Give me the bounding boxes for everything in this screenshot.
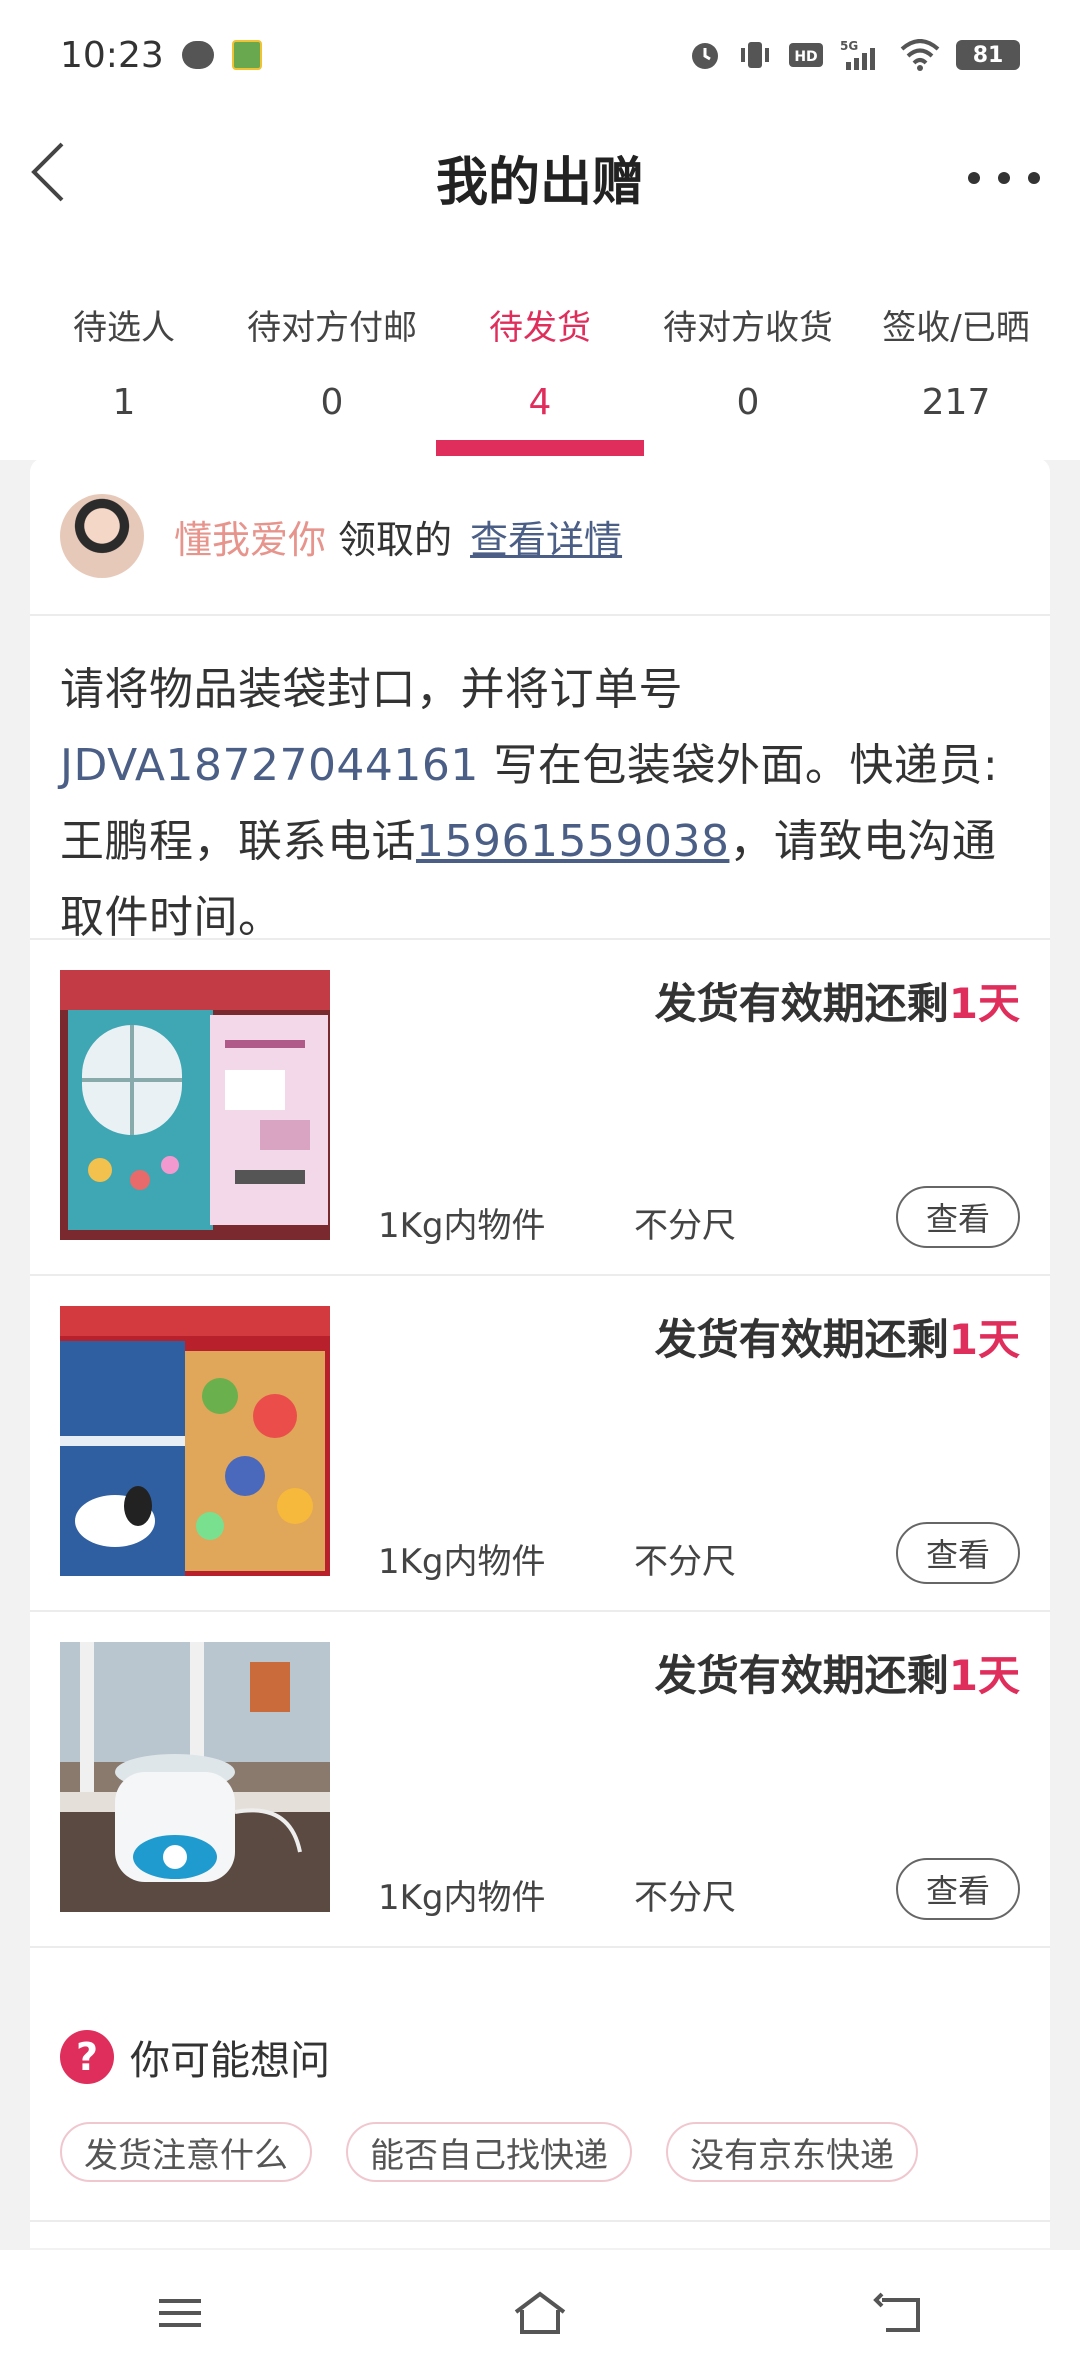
wechat-icon: [181, 41, 214, 69]
deadline-prefix: 发货有效期还剩: [654, 1315, 949, 1364]
ship-deadline: 发货有效期还剩1天: [655, 1306, 1020, 1367]
list-item: 发货有效期还剩1天 1Kg内物件 不分尺 查看: [30, 1276, 1050, 1612]
tab-label: 待对方收货: [663, 308, 833, 348]
tab-label: 签收/已晒: [882, 308, 1030, 348]
tab-pending-postage[interactable]: 待对方付邮 0: [228, 300, 436, 423]
shipping-instruction: 请将物品装袋封口，并将订单号 JDVA18727044161 写在包装袋外面。快…: [30, 616, 1050, 943]
back-nav-button[interactable]: [855, 2278, 945, 2348]
deadline-days: 1天: [948, 1315, 1020, 1364]
app-notification-icon: [231, 40, 262, 70]
requester-username[interactable]: 懂我爱你: [174, 509, 326, 564]
back-arrow-icon: [873, 2292, 920, 2332]
tab-label: 待选人: [73, 308, 175, 348]
requester-row: 懂我爱你 领取的 查看详情: [30, 458, 1050, 616]
avatar[interactable]: [60, 494, 144, 578]
tab-label: 待发货: [489, 308, 591, 348]
page-title: 我的出赠: [435, 153, 644, 213]
faq-title-text: 你可能想问: [130, 2038, 330, 2084]
order-number: JDVA18727044161: [60, 740, 479, 791]
status-time: 10:23: [60, 34, 164, 76]
faq-title: ? 你可能想问: [60, 2028, 330, 2086]
size-label: 不分尺: [634, 1206, 736, 1246]
alarm-icon: [692, 43, 718, 69]
vibrate-icon: [741, 42, 769, 68]
deadline-days: 1天: [948, 979, 1020, 1028]
size-label: 不分尺: [634, 1878, 736, 1918]
item-photo[interactable]: [60, 1306, 330, 1576]
tab-count: 1: [112, 382, 136, 423]
faq-tag[interactable]: 没有京东快递: [666, 2122, 918, 2182]
faq-section: ? 你可能想问 发货注意什么 能否自己找快递 没有京东快递: [30, 1988, 1050, 2218]
menu-icon: [159, 2299, 201, 2327]
courier-phone-link[interactable]: 15961559038: [416, 816, 729, 867]
hd-icon: HD: [789, 43, 823, 67]
wifi-icon: [900, 39, 940, 71]
weight-label: 1Kg内物件: [378, 1878, 546, 1918]
view-details-link[interactable]: 查看详情: [470, 509, 622, 564]
view-button[interactable]: 查看: [896, 1186, 1020, 1248]
status-right: HD 5G 81: [688, 38, 1020, 72]
tab-count: 0: [320, 382, 344, 423]
battery-icon: 81: [956, 40, 1020, 70]
active-tab-indicator: [436, 440, 644, 456]
item-photo[interactable]: [60, 970, 330, 1240]
status-tabs: 待选人 1 待对方付邮 0 待发货 4 待对方收货 0 签收/已晒 217: [0, 280, 1080, 460]
view-button[interactable]: 查看: [896, 1858, 1020, 1920]
weight-label: 1Kg内物件: [378, 1542, 546, 1582]
order-card: 懂我爱你 领取的 查看详情 请将物品装袋封口，并将订单号 JDVA1872704…: [30, 458, 1050, 2248]
faq-tag[interactable]: 发货注意什么: [60, 2122, 312, 2182]
deadline-prefix: 发货有效期还剩: [654, 979, 949, 1028]
weight-label: 1Kg内物件: [378, 1206, 546, 1246]
status-bar: 10:23 HD 5G 81: [0, 0, 1080, 110]
tab-pending-select[interactable]: 待选人 1: [20, 300, 228, 423]
signal-5g-icon: 5G: [840, 39, 875, 70]
ship-deadline: 发货有效期还剩1天: [655, 1642, 1020, 1703]
home-button[interactable]: [495, 2278, 585, 2348]
tab-pending-receive[interactable]: 待对方收货 0: [644, 300, 852, 423]
ship-deadline: 发货有效期还剩1天: [655, 970, 1020, 1031]
requester-suffix: 领取的: [338, 517, 453, 562]
list-item: 发货有效期还剩1天 1Kg内物件 不分尺 查看: [30, 1612, 1050, 1948]
divider: [30, 2220, 1050, 2222]
tab-label: 待对方付邮: [247, 308, 417, 348]
tab-count: 4: [528, 382, 552, 423]
instruction-text: 请将物品装袋封口，并将订单号: [60, 664, 683, 715]
faq-tag[interactable]: 能否自己找快递: [346, 2122, 632, 2182]
menu-button[interactable]: [135, 2278, 225, 2348]
tab-count: 0: [736, 382, 760, 423]
size-label: 不分尺: [634, 1542, 736, 1582]
deadline-prefix: 发货有效期还剩: [654, 1651, 949, 1700]
svg-text:5G: 5G: [840, 39, 858, 53]
view-button[interactable]: 查看: [896, 1522, 1020, 1584]
deadline-days: 1天: [948, 1651, 1020, 1700]
tab-count: 217: [921, 382, 991, 423]
list-item: 发货有效期还剩1天 1Kg内物件 不分尺 查看: [30, 940, 1050, 1276]
more-dot-icon: [968, 172, 980, 184]
more-dot-icon: [998, 172, 1010, 184]
status-left: 10:23: [60, 35, 262, 76]
svg-text:HD: HD: [794, 49, 817, 65]
faq-tags: 发货注意什么 能否自己找快递 没有京东快递: [60, 2122, 918, 2182]
question-icon: ?: [60, 2030, 114, 2084]
item-photo[interactable]: [60, 1642, 330, 1912]
more-options-button[interactable]: [968, 158, 1040, 198]
system-nav-bar: [0, 2250, 1080, 2376]
tab-pending-ship[interactable]: 待发货 4: [436, 300, 644, 423]
home-icon: [514, 2291, 566, 2334]
more-dot-icon: [1028, 172, 1040, 184]
tab-signed-shared[interactable]: 签收/已晒 217: [852, 300, 1060, 423]
